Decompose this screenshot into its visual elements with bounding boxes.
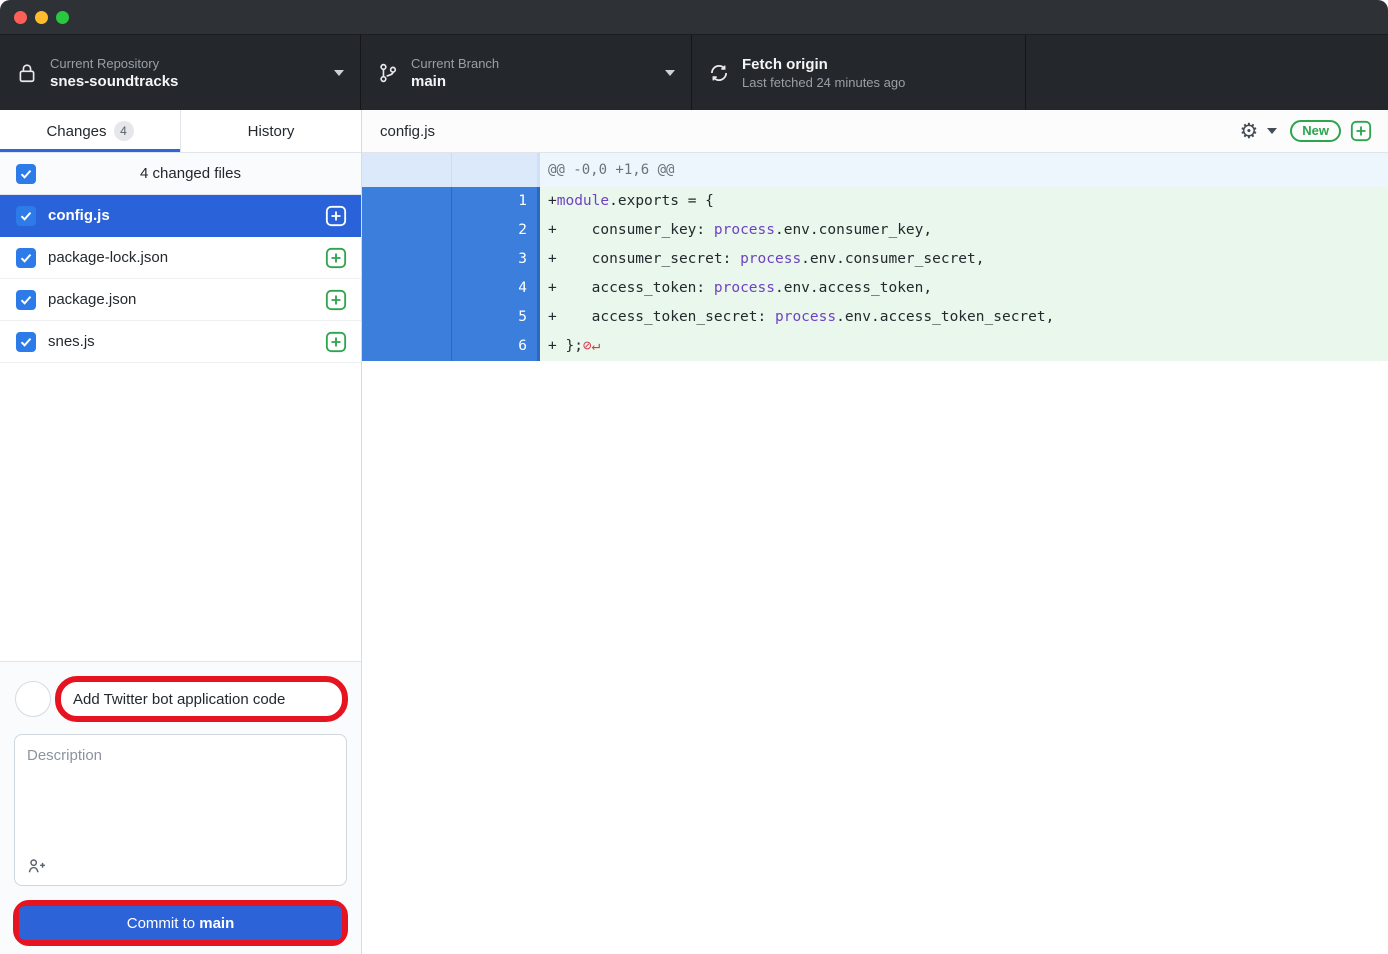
- person-plus-icon[interactable]: [27, 857, 47, 875]
- select-all-checkbox[interactable]: [16, 164, 36, 184]
- tab-changes[interactable]: Changes 4: [0, 110, 181, 152]
- chevron-down-icon: [334, 70, 344, 81]
- chevron-down-icon: [665, 70, 675, 81]
- old-line-number-cell: [362, 274, 451, 303]
- old-line-number-cell: [362, 303, 451, 332]
- new-line-number-cell: 5: [451, 303, 540, 332]
- file-row-package.json[interactable]: package.json: [0, 279, 361, 321]
- diff-lines: 1+module.exports = {2+ consumer_key: pro…: [362, 187, 1388, 361]
- file-row-snes.js[interactable]: snes.js: [0, 321, 361, 363]
- current-branch-dropdown[interactable]: Current Branch main: [361, 35, 692, 110]
- diff-line-code: + consumer_key: process.env.consumer_key…: [540, 216, 1388, 245]
- diff-line-code: +module.exports = {: [540, 187, 1388, 216]
- annotation-summary-highlight: [55, 676, 348, 722]
- new-line-number-cell: 4: [451, 274, 540, 303]
- minimize-window-button[interactable]: [35, 11, 48, 24]
- new-file-badge: New: [1290, 120, 1341, 142]
- git-branch-icon: [377, 61, 399, 85]
- branch-name: main: [411, 72, 655, 91]
- changed-file-list: config.js package-lock.json package.json sn…: [0, 195, 361, 363]
- file-name: package-lock.json: [48, 249, 325, 266]
- commit-summary-input[interactable]: [61, 691, 342, 708]
- file-row-config.js[interactable]: config.js: [0, 195, 361, 237]
- toolbar: Current Repository snes-soundtracks Curr…: [0, 34, 1388, 110]
- plus-box-icon[interactable]: [325, 331, 347, 353]
- new-line-number-cell: 2: [451, 216, 540, 245]
- file-checkbox[interactable]: [16, 290, 36, 310]
- plus-box-icon[interactable]: [325, 247, 347, 269]
- current-repository-dropdown[interactable]: Current Repository snes-soundtracks: [0, 35, 361, 110]
- diff-line[interactable]: 5+ access_token_secret: process.env.acce…: [362, 303, 1388, 332]
- tab-history-label: History: [248, 123, 295, 140]
- fetch-title: Fetch origin: [742, 55, 1009, 74]
- diff-pane: config.js ⚙ New @: [362, 110, 1388, 954]
- commit-form: Commit to main: [0, 661, 361, 954]
- new-line-number-cell: 1: [451, 187, 540, 216]
- commit-button[interactable]: Commit to main: [19, 906, 342, 940]
- hunk-header-text: @@ -0,0 +1,6 @@: [540, 153, 1388, 187]
- old-line-number-cell: [362, 187, 451, 216]
- diff-file-title: config.js: [380, 123, 1239, 140]
- select-all-row: 4 changed files: [0, 153, 361, 195]
- hunk-header-row: @@ -0,0 +1,6 @@: [362, 153, 1388, 187]
- changes-count-badge: 4: [114, 121, 134, 141]
- avatar: [15, 681, 51, 717]
- fetch-subtitle: Last fetched 24 minutes ago: [742, 74, 1009, 91]
- new-line-number-cell: 3: [451, 245, 540, 274]
- titlebar: [0, 0, 1388, 34]
- diff-body: @@ -0,0 +1,6 @@ 1+module.exports = {2+ c…: [362, 153, 1388, 954]
- file-name: config.js: [48, 207, 325, 224]
- changed-files-summary: 4 changed files: [36, 165, 345, 182]
- old-line-number-cell: [362, 216, 451, 245]
- diff-line[interactable]: 2+ consumer_key: process.env.consumer_ke…: [362, 216, 1388, 245]
- diff-line-code: + };⊘↵: [540, 332, 1388, 361]
- tab-changes-label: Changes: [46, 123, 106, 140]
- gear-icon[interactable]: ⚙: [1239, 121, 1258, 142]
- plus-box-icon[interactable]: [1350, 120, 1372, 142]
- diff-line[interactable]: 3+ consumer_secret: process.env.consumer…: [362, 245, 1388, 274]
- file-checkbox[interactable]: [16, 248, 36, 268]
- file-name: snes.js: [48, 333, 325, 350]
- new-line-number-cell: 6: [451, 332, 540, 361]
- diff-line-code: + access_token: process.env.access_token…: [540, 274, 1388, 303]
- commit-description-input[interactable]: [15, 735, 346, 847]
- plus-box-icon[interactable]: [325, 205, 347, 227]
- diff-line[interactable]: 4+ access_token: process.env.access_toke…: [362, 274, 1388, 303]
- old-line-number-cell: [362, 245, 451, 274]
- github-desktop-window: Current Repository snes-soundtracks Curr…: [0, 0, 1388, 954]
- lock-icon: [16, 61, 38, 85]
- file-checkbox[interactable]: [16, 332, 36, 352]
- sync-icon: [708, 61, 730, 85]
- diff-line-code: + access_token_secret: process.env.acces…: [540, 303, 1388, 332]
- plus-box-icon[interactable]: [325, 289, 347, 311]
- diff-line[interactable]: 1+module.exports = {: [362, 187, 1388, 216]
- old-line-number-cell: [362, 332, 451, 361]
- close-window-button[interactable]: [14, 11, 27, 24]
- commit-description-box: [14, 734, 347, 886]
- diff-line-code: + consumer_secret: process.env.consumer_…: [540, 245, 1388, 274]
- diff-line[interactable]: 6+ };⊘↵: [362, 332, 1388, 361]
- toolbar-empty-area: [1026, 35, 1388, 110]
- annotation-commit-highlight: Commit to main: [13, 900, 348, 946]
- diff-header: config.js ⚙ New: [362, 110, 1388, 153]
- changes-sidebar: Changes 4 History 4 changed files config…: [0, 110, 362, 954]
- branch-label: Current Branch: [411, 55, 655, 72]
- file-name: package.json: [48, 291, 325, 308]
- traffic-lights: [14, 11, 69, 24]
- tab-history[interactable]: History: [181, 110, 361, 152]
- file-row-package-lock.json[interactable]: package-lock.json: [0, 237, 361, 279]
- repository-label: Current Repository: [50, 55, 324, 72]
- repository-name: snes-soundtracks: [50, 72, 324, 91]
- fetch-origin-button[interactable]: Fetch origin Last fetched 24 minutes ago: [692, 35, 1026, 110]
- sidebar-tabs: Changes 4 History: [0, 110, 361, 153]
- file-list-empty-space: [0, 363, 361, 661]
- chevron-down-icon[interactable]: [1267, 128, 1277, 139]
- zoom-window-button[interactable]: [56, 11, 69, 24]
- file-checkbox[interactable]: [16, 206, 36, 226]
